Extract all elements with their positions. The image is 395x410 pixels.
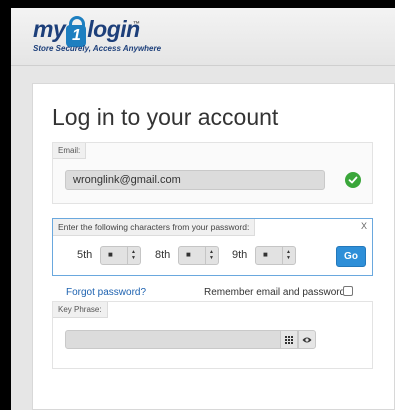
close-icon[interactable]: X (361, 221, 367, 231)
remember-checkbox[interactable] (343, 286, 353, 296)
keypad-grid-icon[interactable] (280, 330, 298, 349)
position-label-5th: 5th (77, 249, 93, 261)
key-phrase-label: Key Phrase: (53, 302, 108, 318)
char-select-value: ■ (186, 250, 191, 259)
check-circle-icon (345, 172, 361, 188)
char-select-9th[interactable]: ■ ▲ ▼ (255, 246, 296, 265)
trademark: ™ (133, 21, 140, 28)
position-label-8th: 8th (155, 249, 171, 261)
eye-icon[interactable] (298, 330, 316, 349)
char-select-value: ■ (108, 250, 113, 259)
email-field[interactable]: wronglink@gmail.com (65, 170, 325, 190)
password-instruction: Enter the following characters from your… (53, 219, 256, 236)
select-arrows-icon: ▲ ▼ (282, 247, 295, 264)
char-select-5th[interactable]: ■ ▲ ▼ (100, 246, 141, 265)
logo-tagline: Store Securely, Access Anywhere (33, 44, 162, 53)
logo-wordmark: my 1 login ™ (33, 16, 140, 47)
position-label-9th: 9th (232, 249, 248, 261)
key-phrase-input[interactable] (65, 330, 297, 349)
email-label: Email: (53, 143, 87, 159)
char-select-value: ■ (263, 250, 268, 259)
page-title: Log in to your account (52, 104, 279, 130)
logo-text-my: my (33, 16, 66, 42)
char-select-8th[interactable]: ■ ▲ ▼ (178, 246, 219, 265)
go-button[interactable]: Go (336, 246, 366, 267)
select-arrows-icon: ▲ ▼ (205, 247, 218, 264)
logo-text-login: login (87, 16, 140, 42)
forgot-password-link[interactable]: Forgot password? (66, 287, 146, 298)
header: my 1 login ™ Store Securely, Access Anywhe… (11, 8, 395, 66)
select-arrows-icon: ▲ ▼ (127, 247, 140, 264)
remember-label: Remember email and password (204, 287, 346, 298)
brand-logo[interactable]: my 1 login ™ Store Securely, Access Anywhe… (33, 16, 161, 53)
